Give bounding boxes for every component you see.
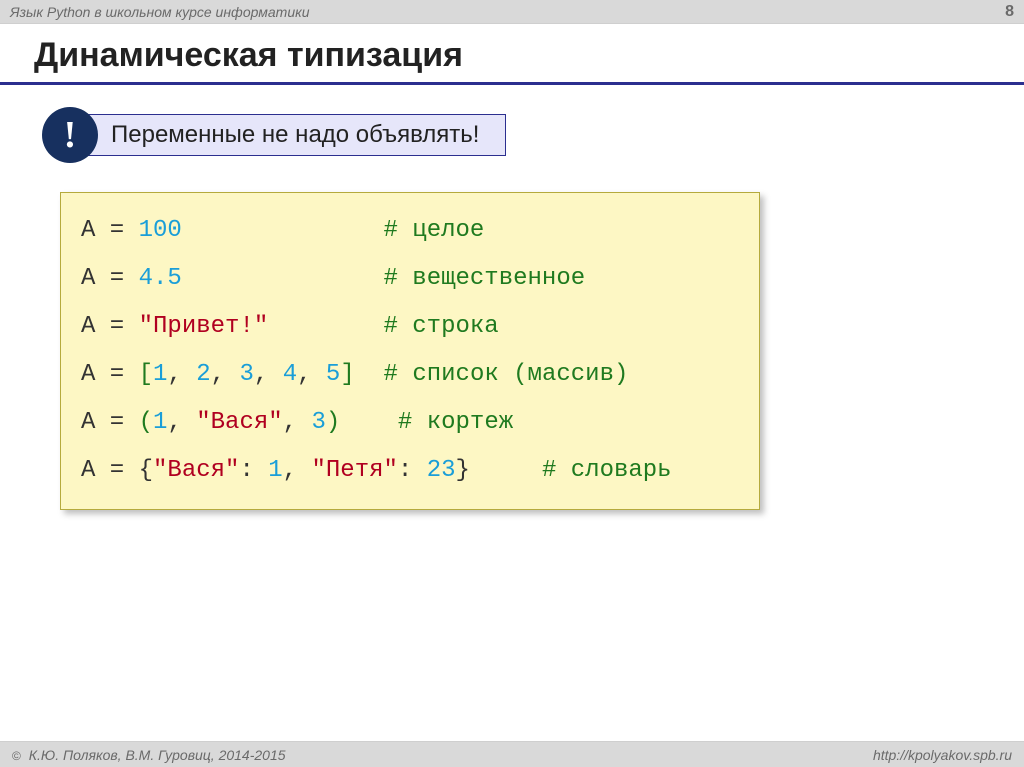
page-number: 8 (1005, 3, 1014, 21)
callout: ! Переменные не надо объявлять! (42, 106, 506, 164)
authors-text: К.Ю. Поляков, В.М. Гуровиц, 2014-2015 (25, 747, 286, 763)
slide: Язык Python в школьном курсе информатики… (0, 0, 1024, 767)
code-line: A = 100 # целое (81, 207, 739, 255)
footer: © К.Ю. Поляков, В.М. Гуровиц, 2014-2015 … (0, 741, 1024, 767)
footer-url: http://kpolyakov.spb.ru (873, 747, 1012, 763)
course-title: Язык Python в школьном курсе информатики (10, 4, 310, 20)
callout-text: Переменные не надо объявлять! (86, 114, 506, 156)
exclamation-icon: ! (42, 107, 98, 163)
code-line: A = [1, 2, 3, 4, 5] # список (массив) (81, 351, 739, 399)
footer-authors: © К.Ю. Поляков, В.М. Гуровиц, 2014-2015 (12, 747, 286, 763)
slide-heading: Динамическая типизация (34, 36, 463, 75)
code-line: A = (1, "Вася", 3) # кортеж (81, 399, 739, 447)
heading-underline (0, 82, 1024, 85)
code-box: A = 100 # целоеA = 4.5 # вещественноеA =… (60, 192, 760, 510)
code-line: A = "Привет!" # строка (81, 303, 739, 351)
code-line: A = {"Вася": 1, "Петя": 23} # словарь (81, 447, 739, 495)
copyright-icon: © (12, 749, 21, 763)
topbar: Язык Python в школьном курсе информатики… (0, 0, 1024, 24)
code-line: A = 4.5 # вещественное (81, 255, 739, 303)
